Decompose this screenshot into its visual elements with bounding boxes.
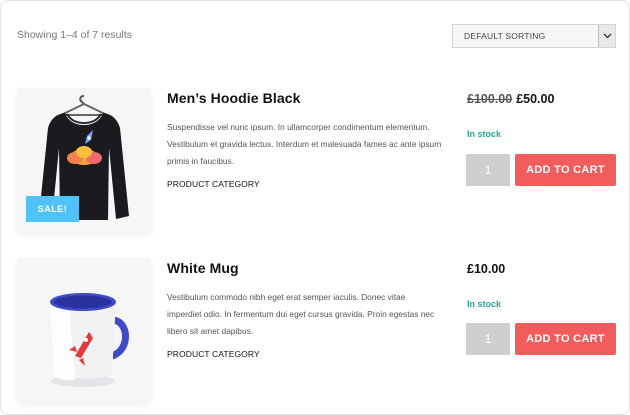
quantity-input[interactable]: 1 xyxy=(466,154,510,186)
sale-badge: SALE! xyxy=(26,196,79,222)
result-count: Showing 1–4 of 7 results xyxy=(17,29,132,41)
product-image[interactable]: SALE! xyxy=(17,88,151,233)
product-category-link[interactable]: PRODUCT CATEGORY xyxy=(167,179,260,189)
product-description: Suspendisse vel nunc ipsum. In ullamcorp… xyxy=(167,122,442,166)
add-to-cart-button[interactable]: ADD TO CART xyxy=(515,323,616,355)
quantity-input[interactable]: 1 xyxy=(466,323,510,355)
product-price: £10.00 xyxy=(467,262,505,276)
price-current: £50.00 xyxy=(516,92,555,106)
add-to-cart-button[interactable]: ADD TO CART xyxy=(515,154,616,186)
price-current: £10.00 xyxy=(467,262,506,276)
product-description: Vestibulum commodo nibh eget erat semper… xyxy=(167,292,435,336)
product-title[interactable]: Men’s Hoodie Black xyxy=(167,90,301,106)
product-image[interactable] xyxy=(17,258,151,403)
stock-status: In stock xyxy=(467,299,502,309)
sorting-selected-value: DEFAULT SORTING xyxy=(464,31,546,41)
product-price: £100.00 £50.00 xyxy=(467,92,554,106)
price-old: £100.00 xyxy=(467,92,513,106)
product-title[interactable]: White Mug xyxy=(167,260,239,276)
product-category-link[interactable]: PRODUCT CATEGORY xyxy=(167,349,260,359)
shop-frame: Showing 1–4 of 7 results DEFAULT SORTING xyxy=(0,0,630,415)
sorting-select[interactable]: DEFAULT SORTING xyxy=(452,24,616,48)
chevron-down-icon[interactable] xyxy=(598,25,615,47)
product-item: White Mug Vestibulum commodo nibh eget e… xyxy=(1,258,629,408)
product-item: SALE! Men’s Hoodie Black Suspendisse vel… xyxy=(1,88,629,238)
mug-icon xyxy=(50,293,129,387)
stock-status: In stock xyxy=(467,129,502,139)
